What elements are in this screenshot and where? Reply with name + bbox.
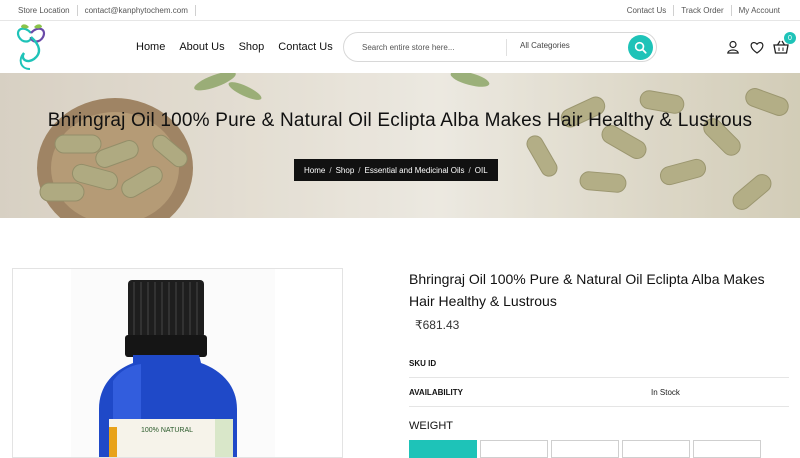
weight-option[interactable] xyxy=(622,440,690,458)
weight-options xyxy=(409,440,764,458)
contact-email-link[interactable]: contact@kanphytochem.com xyxy=(78,5,196,16)
breadcrumb-separator: / xyxy=(358,165,361,175)
my-account-link[interactable]: My Account xyxy=(732,5,786,16)
breadcrumb-current: OIL xyxy=(474,165,488,175)
bottle-label-text: 100% NATURAL xyxy=(141,427,193,434)
wishlist-button[interactable] xyxy=(748,38,766,56)
weight-option[interactable] xyxy=(480,440,548,458)
availability-label: AVAILABILITY xyxy=(409,387,463,397)
page-banner: Bhringraj Oil 100% Pure & Natural Oil Ec… xyxy=(0,73,800,218)
banner-overlay xyxy=(0,73,800,218)
top-bar: Store Location contact@kanphytochem.com … xyxy=(0,0,800,21)
weight-option[interactable] xyxy=(409,440,477,458)
weight-option[interactable] xyxy=(693,440,761,458)
breadcrumb-category[interactable]: Essential and Medicinal Oils xyxy=(365,166,465,175)
top-bar-right: Contact Us Track Order My Account xyxy=(620,0,786,21)
product-image[interactable]: 100% NATURAL xyxy=(12,268,343,458)
sku-label: SKU ID xyxy=(409,358,437,368)
header-icons: 0 xyxy=(724,32,796,58)
account-button[interactable] xyxy=(724,38,742,56)
search-input[interactable] xyxy=(362,40,502,55)
oil-bottle-image: 100% NATURAL xyxy=(71,269,275,457)
top-bar-left: Store Location contact@kanphytochem.com xyxy=(12,0,197,21)
sku-row: SKU ID xyxy=(409,349,789,378)
availability-row: AVAILABILITY In Stock xyxy=(409,378,789,407)
breadcrumb-home[interactable]: Home xyxy=(304,166,325,175)
site-header: Home About Us Shop Contact Us All Catego… xyxy=(0,21,800,73)
nav-about-us[interactable]: About Us xyxy=(179,41,224,53)
category-select[interactable]: All Categories xyxy=(520,41,570,50)
weight-label: WEIGHT xyxy=(409,420,453,432)
breadcrumb-separator: / xyxy=(468,165,471,175)
breadcrumb-shop[interactable]: Shop xyxy=(336,166,355,175)
user-icon xyxy=(727,40,739,54)
main-nav: Home About Us Shop Contact Us xyxy=(136,21,347,73)
contact-us-link[interactable]: Contact Us xyxy=(620,5,675,16)
track-order-link[interactable]: Track Order xyxy=(674,5,732,16)
breadcrumb: Home / Shop / Essential and Medicinal Oi… xyxy=(294,159,498,181)
nav-shop[interactable]: Shop xyxy=(239,41,265,53)
nav-home[interactable]: Home xyxy=(136,41,165,53)
heart-icon xyxy=(750,41,764,54)
search-divider xyxy=(506,39,507,56)
page-title: Bhringraj Oil 100% Pure & Natural Oil Ec… xyxy=(47,110,753,131)
breadcrumb-separator: / xyxy=(329,165,332,175)
cart-button[interactable]: 0 xyxy=(772,32,796,56)
store-location-link[interactable]: Store Location xyxy=(12,5,78,16)
search-bar: All Categories xyxy=(343,32,657,62)
product-title: Bhringraj Oil 100% Pure & Natural Oil Ec… xyxy=(409,271,765,309)
nav-contact-us[interactable]: Contact Us xyxy=(278,41,332,53)
cart-count-badge: 0 xyxy=(784,32,796,44)
search-button[interactable] xyxy=(628,35,653,60)
product-price: ₹681.43 xyxy=(415,318,460,332)
site-logo[interactable] xyxy=(12,23,50,71)
availability-value: In Stock xyxy=(651,387,680,397)
weight-option[interactable] xyxy=(551,440,619,458)
search-icon xyxy=(634,41,647,54)
